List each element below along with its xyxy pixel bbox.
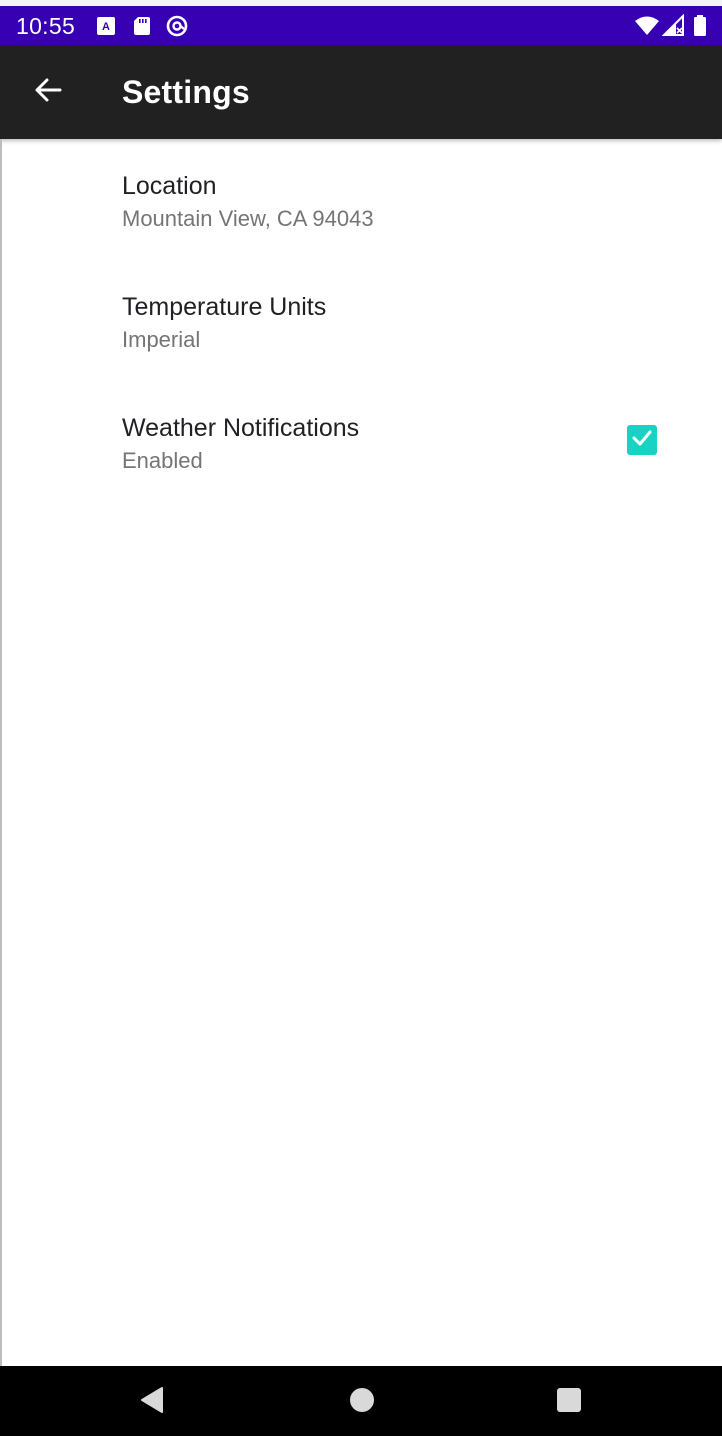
pref-summary: Mountain View, CA 94043 <box>122 206 374 231</box>
keyboard-a-icon: A <box>94 14 118 38</box>
pref-location[interactable]: Location Mountain View, CA 94043 <box>0 139 722 260</box>
settings-list: Location Mountain View, CA 94043 Tempera… <box>0 139 722 502</box>
nav-back-button[interactable] <box>134 1384 170 1420</box>
svg-text:A: A <box>102 21 110 33</box>
nav-home-button[interactable] <box>344 1384 380 1420</box>
check-icon <box>630 426 654 455</box>
status-bar: 10:55 A <box>0 0 722 46</box>
back-button[interactable] <box>24 68 72 116</box>
battery-icon <box>692 14 716 38</box>
pref-summary: Imperial <box>122 327 201 352</box>
pref-weather-notifications[interactable]: Weather Notifications Enabled <box>0 381 722 502</box>
back-triangle-icon <box>138 1385 166 1420</box>
pref-temperature-units[interactable]: Temperature Units Imperial <box>0 260 722 381</box>
at-sync-icon <box>165 14 189 38</box>
wifi-icon <box>634 14 659 38</box>
phone-screen: 10:55 A Settings Location Mountain View,… <box>0 0 722 1436</box>
pref-title: Temperature Units <box>122 293 327 321</box>
status-time: 10:55 <box>16 13 76 39</box>
navigation-bar <box>0 1366 722 1436</box>
recents-square-icon <box>555 1386 583 1419</box>
arrow-back-icon <box>33 75 63 110</box>
page-title: Settings <box>122 74 250 110</box>
sd-card-icon <box>130 14 154 38</box>
signal-icon <box>661 13 686 38</box>
home-circle-icon <box>348 1386 376 1419</box>
nav-recents-button[interactable] <box>551 1384 587 1420</box>
pref-title: Location <box>122 172 217 200</box>
app-bar: Settings <box>0 46 722 139</box>
notifications-checkbox[interactable] <box>627 425 657 455</box>
